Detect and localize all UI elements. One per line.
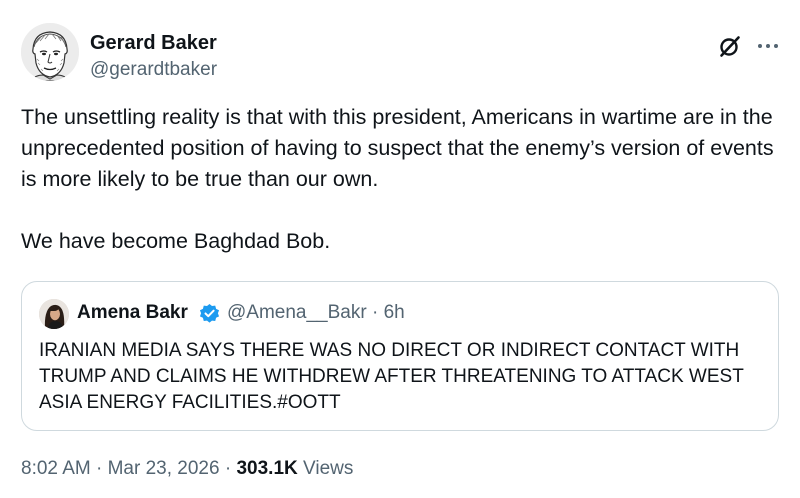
views-count[interactable]: 303.1K bbox=[236, 458, 297, 479]
grok-icon[interactable] bbox=[717, 33, 743, 59]
grok-slash-circle-icon bbox=[720, 36, 740, 57]
tweet-footer: 8:02 AM · Mar 23, 2026 · 303.1K Views bbox=[21, 457, 353, 481]
sketch-portrait-avatar-icon bbox=[21, 23, 79, 81]
verified-badge-icon bbox=[199, 303, 220, 324]
tweet-card: Gerard Baker @gerardtbaker The unsettlin… bbox=[0, 0, 800, 498]
author-handle[interactable]: @gerardtbaker bbox=[90, 58, 217, 82]
quoted-tweet[interactable]: Amena Bakr @Amena__Bakr · 6h IRANIAN MED… bbox=[21, 281, 779, 431]
portrait-avatar-icon bbox=[39, 299, 69, 329]
quoted-meta: @Amena__Bakr · 6h bbox=[227, 301, 405, 325]
footer-separator: · bbox=[96, 458, 103, 479]
meta-separator: · bbox=[371, 302, 379, 323]
more-options-icon[interactable] bbox=[755, 33, 781, 59]
views-label: Views bbox=[303, 458, 354, 479]
quoted-timestamp[interactable]: 6h bbox=[384, 302, 405, 323]
tweet-text: The unsettling reality is that with this… bbox=[21, 102, 781, 257]
footer-separator: · bbox=[224, 458, 232, 479]
tweet-time[interactable]: 8:02 AM bbox=[21, 458, 91, 479]
tweet-paragraph: The unsettling reality is that with this… bbox=[21, 105, 780, 191]
verified-check-icon bbox=[199, 303, 220, 323]
quoted-tweet-text: IRANIAN MEDIA SAYS THERE WAS NO DIRECT O… bbox=[39, 340, 744, 413]
quoted-author-handle[interactable]: @Amena__Bakr bbox=[227, 302, 367, 323]
more-horizontal-icon bbox=[758, 44, 778, 48]
tweet-date[interactable]: Mar 23, 2026 bbox=[108, 458, 220, 479]
author-avatar[interactable] bbox=[21, 23, 79, 81]
quoted-author-avatar[interactable] bbox=[39, 299, 69, 329]
author-name[interactable]: Gerard Baker bbox=[90, 31, 217, 55]
tweet-paragraph: We have become Baghdad Bob. bbox=[21, 229, 331, 253]
quoted-author-name[interactable]: Amena Bakr bbox=[77, 301, 188, 325]
